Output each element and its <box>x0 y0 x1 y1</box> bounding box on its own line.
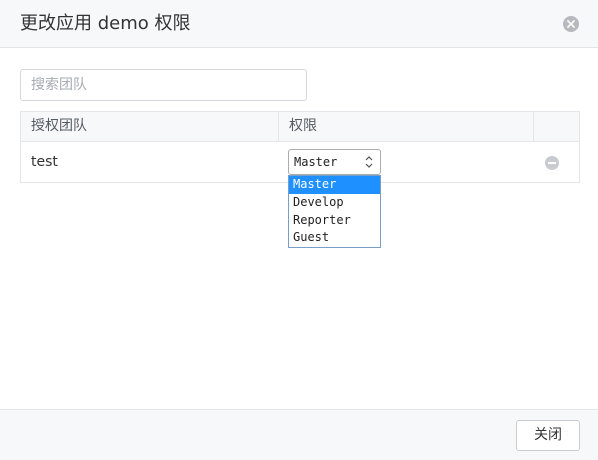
table-header: 授权团队 权限 <box>21 112 579 142</box>
team-permissions-table: 授权团队 权限 test Master <box>20 111 580 183</box>
team-name: test <box>31 154 58 170</box>
team-search-input[interactable] <box>20 69 307 101</box>
dialog-footer: 关闭 <box>0 409 598 460</box>
x-mark-icon <box>567 20 575 28</box>
permission-option-develop[interactable]: Develop <box>289 194 380 212</box>
permission-dropdown-list: Master Develop Reporter Guest <box>288 175 381 248</box>
permission-option-guest[interactable]: Guest <box>289 229 380 247</box>
permission-option-master[interactable]: Master <box>289 176 380 194</box>
select-arrows-icon <box>365 156 373 168</box>
column-header-permission: 权限 <box>279 112 534 141</box>
permission-select[interactable]: Master <box>288 149 381 175</box>
dialog-header: 更改应用 demo 权限 <box>0 0 598 48</box>
permissions-dialog: 更改应用 demo 权限 授权团队 权限 test Master <box>0 0 598 460</box>
remove-team-icon[interactable] <box>545 156 559 170</box>
permission-select-value: Master <box>294 155 338 169</box>
permission-option-reporter[interactable]: Reporter <box>289 212 380 230</box>
column-header-actions <box>534 112 579 141</box>
dialog-title: 更改应用 demo 权限 <box>20 13 191 34</box>
close-button[interactable]: 关闭 <box>516 420 580 451</box>
column-header-team: 授权团队 <box>21 112 279 141</box>
close-icon[interactable] <box>563 16 579 32</box>
